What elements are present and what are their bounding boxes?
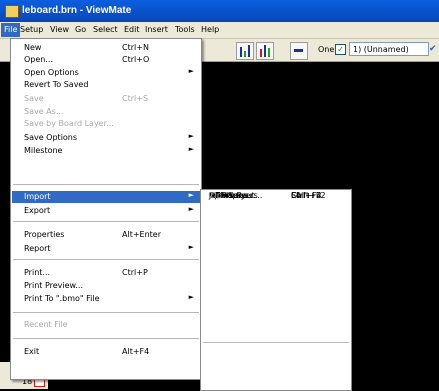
submenu-arrow-icon: ► bbox=[188, 205, 194, 213]
menu-separator bbox=[13, 312, 199, 313]
title-bar: leboard.brn - ViewMate bbox=[0, 0, 439, 22]
submenu-arrow-icon: ► bbox=[188, 293, 194, 301]
menu-edit[interactable]: Edit bbox=[124, 25, 140, 34]
one-checkbox[interactable]: ✓ bbox=[335, 44, 346, 55]
menu-item-open-options[interactable]: Open Options ► bbox=[12, 67, 200, 79]
menu-item-save-options[interactable]: Save Options ► bbox=[12, 132, 200, 144]
menu-file[interactable]: File bbox=[1, 23, 21, 37]
menu-item-print-to[interactable]: Print To ".bmo" File ► bbox=[12, 293, 200, 305]
menu-separator bbox=[13, 221, 199, 222]
menu-separator bbox=[13, 338, 199, 339]
menu-item-print-preview[interactable]: Print Preview... bbox=[12, 280, 200, 292]
submenu-arrow-icon: ► bbox=[188, 67, 194, 75]
menu-item-print[interactable]: Print... Ctrl+P bbox=[12, 267, 200, 279]
menu-item-milestone[interactable]: Milestone ► bbox=[12, 145, 200, 157]
menu-view[interactable]: View bbox=[50, 25, 69, 34]
submenu-arrow-icon: ► bbox=[188, 243, 194, 251]
menu-item-properties[interactable]: Properties Alt+Enter bbox=[12, 229, 200, 241]
layer-combo[interactable]: 1) (Unnamed) bbox=[349, 42, 429, 56]
menu-item-export[interactable]: Export ► bbox=[12, 205, 200, 217]
app-icon bbox=[5, 5, 19, 18]
menu-setup[interactable]: Setup bbox=[20, 25, 43, 34]
menu-item-import[interactable]: Import ► bbox=[12, 191, 200, 203]
submenu-arrow-icon: ► bbox=[188, 132, 194, 140]
menu-item-report[interactable]: Report ► bbox=[12, 243, 200, 255]
menu-select[interactable]: Select bbox=[93, 25, 118, 34]
submenu-arrow-icon: ► bbox=[188, 191, 194, 199]
submenu-arrow-icon: ► bbox=[188, 145, 194, 153]
layers-toolbar-button[interactable] bbox=[236, 42, 254, 60]
menu-separator bbox=[13, 259, 199, 260]
menu-item-new[interactable]: New Ctrl+N bbox=[12, 42, 200, 54]
menu-insert[interactable]: Insert bbox=[145, 25, 168, 34]
menu-go[interactable]: Go bbox=[75, 25, 86, 34]
menu-item-recent: Recent File bbox=[24, 320, 68, 329]
chart-toolbar-button[interactable] bbox=[256, 42, 274, 60]
menu-separator bbox=[203, 342, 349, 343]
file-menu: New Ctrl+N Open... Ctrl+O Open Options ► Re… bbox=[10, 38, 202, 380]
menu-item-save-by-layer: Save by Board Layer... bbox=[24, 119, 114, 128]
window-title: leboard.brn - ViewMate bbox=[22, 5, 132, 16]
import-submenu: Gerber... F2 From Layers Ctrl+F2 HPGL... D… bbox=[200, 189, 352, 391]
chevron-down-icon[interactable]: ✔ bbox=[429, 44, 437, 54]
edit-toolbar-button[interactable] bbox=[290, 42, 308, 60]
menu-separator bbox=[13, 184, 199, 185]
menu-item-revert[interactable]: Revert To Saved bbox=[12, 79, 200, 91]
menu-item-save: Save Ctrl+S bbox=[24, 94, 149, 103]
menu-bar: File Setup View Go Select Edit Insert To… bbox=[0, 22, 439, 39]
menu-item-save-as: Save As... bbox=[24, 107, 64, 116]
menu-tools[interactable]: Tools bbox=[175, 25, 195, 34]
one-label: One bbox=[318, 45, 335, 54]
menu-item-exit[interactable]: Exit Alt+F4 bbox=[12, 346, 200, 358]
menu-item-open[interactable]: Open... Ctrl+O bbox=[12, 54, 200, 66]
menu-help[interactable]: Help bbox=[201, 25, 219, 34]
